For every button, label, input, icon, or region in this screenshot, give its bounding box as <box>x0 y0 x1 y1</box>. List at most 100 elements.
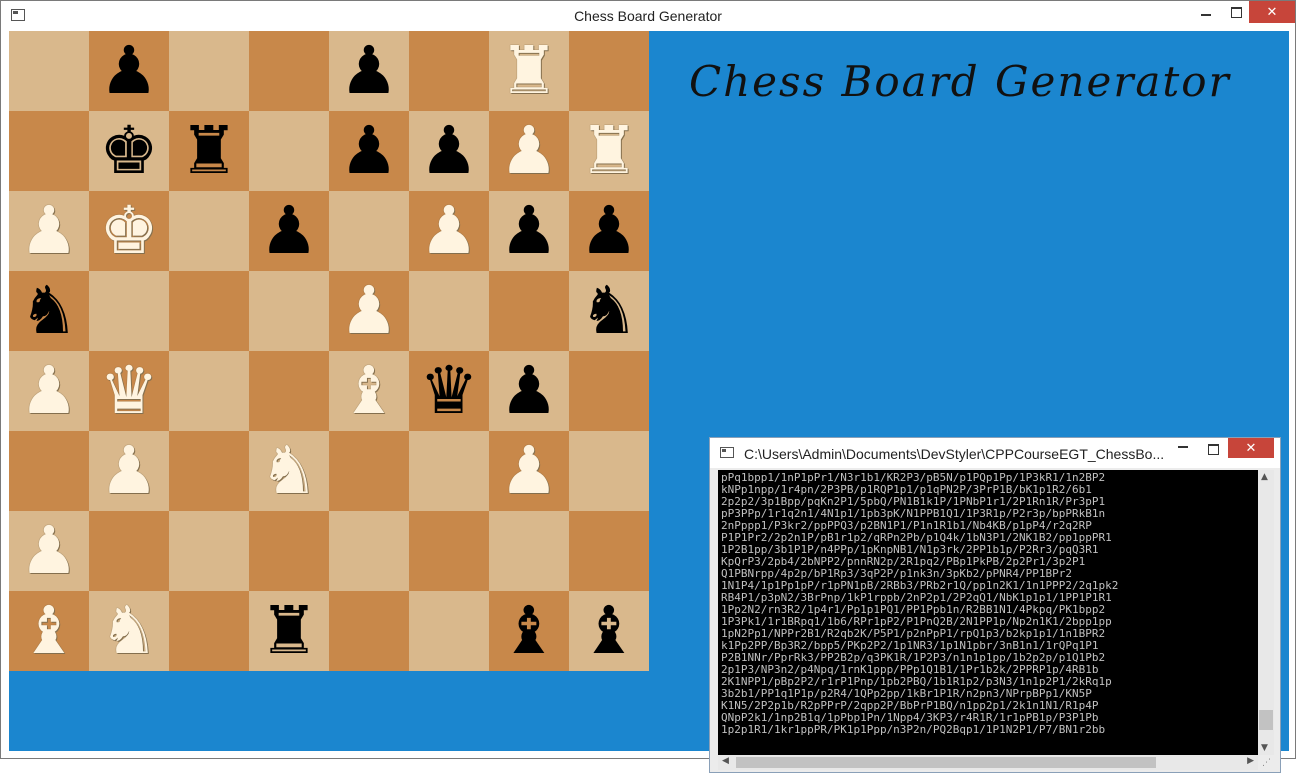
black-pawn-icon[interactable]: ♟ <box>499 358 558 424</box>
board-square[interactable] <box>409 591 489 671</box>
board-square[interactable]: ♝ <box>569 591 649 671</box>
board-square[interactable] <box>569 351 649 431</box>
board-square[interactable]: ♞ <box>569 271 649 351</box>
board-square[interactable] <box>569 511 649 591</box>
board-square[interactable] <box>409 431 489 511</box>
title-bar[interactable]: Chess Board Generator ✕ <box>1 1 1295 31</box>
board-square[interactable]: ♟ <box>569 191 649 271</box>
black-knight-icon[interactable]: ♞ <box>19 278 78 344</box>
console-maximize-button[interactable] <box>1200 440 1226 458</box>
black-pawn-icon[interactable]: ♟ <box>339 118 398 184</box>
board-square[interactable]: ♜ <box>169 111 249 191</box>
board-square[interactable]: ♚ <box>89 111 169 191</box>
white-pawn-icon[interactable]: ♟ <box>339 278 398 344</box>
board-square[interactable]: ♟ <box>9 351 89 431</box>
board-square[interactable]: ♟ <box>9 511 89 591</box>
vertical-scroll-thumb[interactable] <box>1259 710 1273 730</box>
console-minimize-button[interactable] <box>1170 440 1196 458</box>
white-king-icon[interactable]: ♚ <box>99 198 158 264</box>
board-square[interactable]: ♟ <box>329 31 409 111</box>
white-knight-icon[interactable]: ♞ <box>99 598 158 664</box>
board-square[interactable] <box>169 191 249 271</box>
board-square[interactable]: ♟ <box>89 31 169 111</box>
board-square[interactable]: ♟ <box>249 191 329 271</box>
board-square[interactable] <box>489 271 569 351</box>
white-pawn-icon[interactable]: ♟ <box>19 358 78 424</box>
scroll-right-icon[interactable]: ▶ <box>1247 756 1254 766</box>
white-bishop-icon[interactable]: ♝ <box>19 598 78 664</box>
board-square[interactable] <box>169 31 249 111</box>
white-pawn-icon[interactable]: ♟ <box>19 198 78 264</box>
board-square[interactable]: ♝ <box>489 591 569 671</box>
board-square[interactable]: ♜ <box>569 111 649 191</box>
board-square[interactable]: ♜ <box>249 591 329 671</box>
white-queen-icon[interactable]: ♛ <box>99 358 158 424</box>
board-square[interactable] <box>89 511 169 591</box>
board-square[interactable] <box>9 111 89 191</box>
board-square[interactable] <box>249 271 329 351</box>
board-square[interactable] <box>569 31 649 111</box>
board-square[interactable] <box>409 271 489 351</box>
black-pawn-icon[interactable]: ♟ <box>339 38 398 104</box>
black-rook-icon[interactable]: ♜ <box>259 598 318 664</box>
board-square[interactable] <box>249 111 329 191</box>
board-square[interactable] <box>329 191 409 271</box>
black-rook-icon[interactable]: ♜ <box>179 118 238 184</box>
board-square[interactable] <box>169 431 249 511</box>
resize-grip-icon[interactable]: ⋰ <box>1262 758 1271 768</box>
black-pawn-icon[interactable]: ♟ <box>499 198 558 264</box>
board-square[interactable] <box>409 511 489 591</box>
board-square[interactable]: ♞ <box>89 591 169 671</box>
white-pawn-icon[interactable]: ♟ <box>499 438 558 504</box>
board-square[interactable] <box>409 31 489 111</box>
console-close-button[interactable]: ✕ <box>1228 438 1274 458</box>
board-square[interactable]: ♟ <box>409 111 489 191</box>
black-queen-icon[interactable]: ♛ <box>419 358 478 424</box>
board-square[interactable] <box>569 431 649 511</box>
black-pawn-icon[interactable]: ♟ <box>99 38 158 104</box>
board-square[interactable]: ♝ <box>329 351 409 431</box>
board-square[interactable] <box>489 511 569 591</box>
board-square[interactable]: ♝ <box>9 591 89 671</box>
board-square[interactable]: ♟ <box>329 271 409 351</box>
board-square[interactable] <box>249 31 329 111</box>
white-pawn-icon[interactable]: ♟ <box>419 198 478 264</box>
board-square[interactable]: ♛ <box>409 351 489 431</box>
vertical-scrollbar[interactable]: ▲ ▼ <box>1258 470 1274 755</box>
board-square[interactable]: ♟ <box>489 431 569 511</box>
board-square[interactable] <box>169 511 249 591</box>
close-button[interactable]: ✕ <box>1249 1 1295 23</box>
board-square[interactable]: ♟ <box>409 191 489 271</box>
white-rook-icon[interactable]: ♜ <box>499 38 558 104</box>
black-bishop-icon[interactable]: ♝ <box>499 598 558 664</box>
white-pawn-icon[interactable]: ♟ <box>99 438 158 504</box>
minimize-button[interactable] <box>1193 1 1219 23</box>
board-square[interactable] <box>329 431 409 511</box>
black-pawn-icon[interactable]: ♟ <box>419 118 478 184</box>
maximize-button[interactable] <box>1223 1 1249 23</box>
board-square[interactable]: ♞ <box>249 431 329 511</box>
white-pawn-icon[interactable]: ♟ <box>19 518 78 584</box>
console-output[interactable]: pPq1bpp1/1nP1pPr1/N3r1b1/KR2P3/pB5N/p1PQ… <box>718 470 1258 755</box>
board-square[interactable] <box>169 351 249 431</box>
board-square[interactable] <box>329 511 409 591</box>
board-square[interactable]: ♟ <box>89 431 169 511</box>
board-square[interactable] <box>9 431 89 511</box>
black-pawn-icon[interactable]: ♟ <box>579 198 638 264</box>
white-knight-icon[interactable]: ♞ <box>259 438 318 504</box>
scroll-up-icon[interactable]: ▲ <box>1261 472 1268 482</box>
board-square[interactable]: ♞ <box>9 271 89 351</box>
white-rook-icon[interactable]: ♜ <box>579 118 638 184</box>
black-pawn-icon[interactable]: ♟ <box>259 198 318 264</box>
board-square[interactable] <box>329 591 409 671</box>
black-knight-icon[interactable]: ♞ <box>579 278 638 344</box>
scroll-down-icon[interactable]: ▼ <box>1261 743 1268 753</box>
board-square[interactable]: ♟ <box>489 191 569 271</box>
white-bishop-icon[interactable]: ♝ <box>339 358 398 424</box>
board-square[interactable] <box>89 271 169 351</box>
board-square[interactable]: ♛ <box>89 351 169 431</box>
board-square[interactable]: ♜ <box>489 31 569 111</box>
board-square[interactable] <box>249 351 329 431</box>
board-square[interactable]: ♟ <box>329 111 409 191</box>
board-square[interactable]: ♟ <box>9 191 89 271</box>
